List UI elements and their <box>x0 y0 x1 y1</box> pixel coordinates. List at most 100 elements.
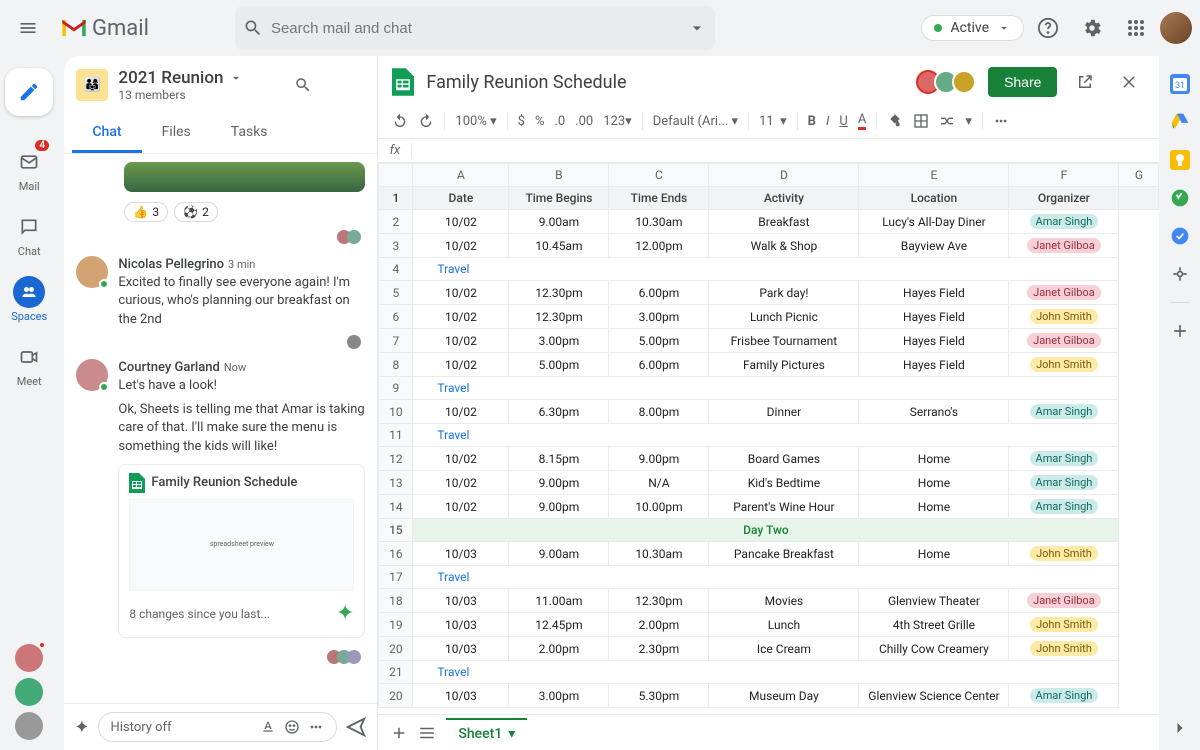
send-icon[interactable] <box>345 716 367 738</box>
dm-avatar-3[interactable] <box>15 712 43 740</box>
cell[interactable]: 10/03 <box>413 589 509 613</box>
add-sheet-icon[interactable] <box>390 724 408 742</box>
cell[interactable]: 12.30pm <box>509 281 609 305</box>
merge-dropdown-icon[interactable]: ▾ <box>965 114 972 129</box>
emoji-icon[interactable] <box>284 719 300 735</box>
drive-app-icon[interactable] <box>1170 112 1190 132</box>
cell[interactable]: Kid's Bedtime <box>709 471 859 495</box>
cell[interactable]: 12.30pm <box>609 589 709 613</box>
cell[interactable]: Amar Singh <box>1009 447 1119 471</box>
cell[interactable]: Amar Singh <box>1009 495 1119 519</box>
row-header[interactable]: 7 <box>379 329 413 353</box>
cell[interactable]: Hayes Field <box>859 353 1009 377</box>
chevron-down-icon[interactable] <box>229 71 243 85</box>
dm-avatar-2[interactable] <box>15 678 43 706</box>
cell[interactable]: 3.00pm <box>509 684 609 708</box>
cell[interactable]: John Smith <box>1009 353 1119 377</box>
cell[interactable]: Parent's Wine Hour <box>709 495 859 519</box>
cell[interactable]: Travel <box>413 661 1119 684</box>
tab-files[interactable]: Files <box>142 114 211 153</box>
cell[interactable]: 8.15pm <box>509 447 609 471</box>
percent-icon[interactable]: % <box>535 114 545 129</box>
cell[interactable]: John Smith <box>1009 637 1119 661</box>
italic-icon[interactable]: I <box>826 114 829 129</box>
keep-app-icon[interactable] <box>1170 150 1190 170</box>
cell[interactable]: Location <box>859 187 1009 210</box>
currency-icon[interactable]: $ <box>518 114 525 129</box>
cell[interactable]: Amar Singh <box>1009 684 1119 708</box>
cell[interactable]: 9.00am <box>509 542 609 566</box>
cell[interactable]: 10/03 <box>413 613 509 637</box>
col-header[interactable]: F <box>1009 164 1119 187</box>
format-icon[interactable] <box>260 719 276 735</box>
cell[interactable]: 10/02 <box>413 447 509 471</box>
space-title[interactable]: 2021 Reunion <box>118 68 223 88</box>
gmail-logo[interactable]: Gmail <box>60 16 149 41</box>
account-avatar[interactable] <box>1160 12 1192 44</box>
fill-color-icon[interactable] <box>887 113 903 129</box>
merge-icon[interactable] <box>939 113 955 129</box>
row-header[interactable]: 10 <box>379 400 413 424</box>
cell[interactable]: Hayes Field <box>859 329 1009 353</box>
row-header[interactable]: 20 <box>379 637 413 661</box>
space-search-button[interactable] <box>287 69 319 101</box>
row-header[interactable]: 5 <box>379 281 413 305</box>
borders-icon[interactable] <box>913 113 929 129</box>
cell[interactable]: Family Pictures <box>709 353 859 377</box>
col-header[interactable]: B <box>509 164 609 187</box>
redo-icon[interactable] <box>418 113 434 129</box>
cell[interactable]: Serrano's <box>859 400 1009 424</box>
cell[interactable]: Park day! <box>709 281 859 305</box>
cell[interactable]: Hayes Field <box>859 305 1009 329</box>
nav-chat[interactable]: Chat <box>1 203 57 266</box>
fontsize-select[interactable]: 11 ▾ <box>759 114 787 129</box>
cell[interactable]: 9.00pm <box>609 447 709 471</box>
share-button[interactable]: Share <box>988 67 1057 97</box>
settings-button[interactable] <box>1072 8 1112 48</box>
sheet-tab[interactable]: Sheet1 ▾ <box>446 718 527 748</box>
cell[interactable]: 4th Street Grille <box>859 613 1009 637</box>
row-header[interactable]: 19 <box>379 613 413 637</box>
col-header[interactable]: E <box>859 164 1009 187</box>
cell[interactable]: John Smith <box>1009 542 1119 566</box>
nav-spaces[interactable]: Spaces <box>1 268 57 331</box>
cell[interactable]: 9.00pm <box>509 471 609 495</box>
cell[interactable]: Walk & Shop <box>709 234 859 258</box>
text-color-icon[interactable]: A <box>858 112 866 130</box>
row-header[interactable]: 12 <box>379 447 413 471</box>
cell[interactable]: Janet Gilboa <box>1009 589 1119 613</box>
row-header[interactable]: 8 <box>379 353 413 377</box>
cell[interactable]: 10/02 <box>413 495 509 519</box>
cell[interactable]: Organizer <box>1009 187 1119 210</box>
more-toolbar-icon[interactable] <box>993 113 1009 129</box>
cell[interactable]: Amar Singh <box>1009 471 1119 495</box>
cell[interactable]: Travel <box>413 258 1119 281</box>
cell[interactable]: 8.00pm <box>609 400 709 424</box>
cell[interactable]: Breakfast <box>709 210 859 234</box>
cell[interactable]: 10/02 <box>413 281 509 305</box>
close-button[interactable] <box>1113 66 1145 98</box>
tab-tasks[interactable]: Tasks <box>211 114 288 153</box>
cell[interactable]: 10.45am <box>509 234 609 258</box>
cell[interactable]: Home <box>859 542 1009 566</box>
row-header[interactable]: 15 <box>379 519 413 542</box>
cell[interactable]: Home <box>859 471 1009 495</box>
row-header[interactable]: 4 <box>379 258 413 281</box>
cell[interactable]: Hayes Field <box>859 281 1009 305</box>
cell[interactable]: 5.00pm <box>609 329 709 353</box>
cell[interactable]: 12.00pm <box>609 234 709 258</box>
row-header[interactable]: 11 <box>379 424 413 447</box>
cell[interactable]: 5.30pm <box>609 684 709 708</box>
collaborator-avatars[interactable] <box>922 70 976 94</box>
sheets-attachment-card[interactable]: Family Reunion Schedule spreadsheet prev… <box>118 464 365 639</box>
cell[interactable]: Janet Gilboa <box>1009 281 1119 305</box>
cell[interactable]: 10/03 <box>413 637 509 661</box>
cell[interactable]: Glenview Theater <box>859 589 1009 613</box>
row-header[interactable]: 3 <box>379 234 413 258</box>
cell[interactable]: Chilly Cow Creamery <box>859 637 1009 661</box>
cell[interactable]: 10/02 <box>413 471 509 495</box>
all-sheets-icon[interactable] <box>418 724 436 742</box>
cell[interactable]: Bayview Ave <box>859 234 1009 258</box>
cell[interactable]: Museum Day <box>709 684 859 708</box>
zoom-select[interactable]: 100% ▾ <box>455 114 496 129</box>
